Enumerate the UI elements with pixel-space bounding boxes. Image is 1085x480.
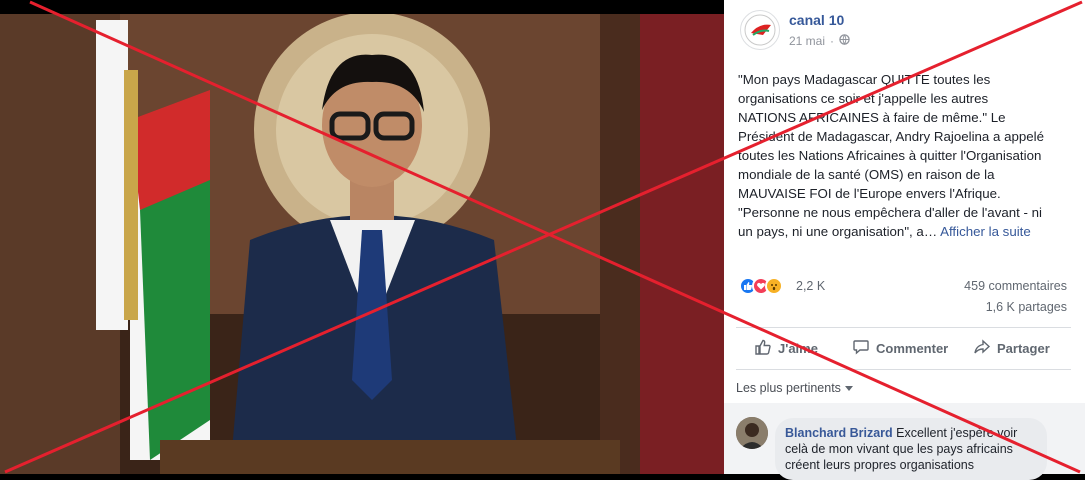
post-text-line: toutes les Nations Africaines à quitter … xyxy=(738,148,1042,163)
comment-author[interactable]: Blanchard Brizard xyxy=(785,426,893,440)
commenter-avatar[interactable] xyxy=(736,417,768,449)
photo-top-border xyxy=(0,0,724,14)
page-avatar[interactable] xyxy=(740,10,780,50)
globe-icon xyxy=(839,34,850,48)
like-button[interactable]: J'aime xyxy=(754,338,818,359)
page-name[interactable]: canal 10 xyxy=(789,12,844,28)
post-text-line: "Mon pays Madagascar QUITTE toutes les xyxy=(738,72,991,87)
comment-sort-dropdown[interactable]: Les plus pertinents xyxy=(736,381,853,395)
wow-reaction-icon xyxy=(765,277,783,295)
photo-illustration xyxy=(0,0,724,474)
divider xyxy=(736,369,1071,370)
see-more-link[interactable]: Afficher la suite xyxy=(940,224,1031,239)
comments-count[interactable]: 459 commentaires xyxy=(964,279,1067,293)
post-photo[interactable] xyxy=(0,0,724,474)
post-text-line: organisations ce soir et j'appelle les a… xyxy=(738,91,989,106)
post-text-line: MAUVAISE FOI de l'Europe envers l'Afriqu… xyxy=(738,186,1001,201)
caret-down-icon xyxy=(844,381,853,395)
post-text-line: Président de Madagascar, Andry Rajoelina… xyxy=(738,129,1045,144)
divider xyxy=(736,327,1071,328)
thumbs-up-icon xyxy=(754,338,772,359)
post-text-line: un pays, ni une organisation", a… Affich… xyxy=(738,222,1068,241)
comment-bubble: Blanchard Brizard Excellent j'espère voi… xyxy=(775,418,1047,480)
post-text: "Mon pays Madagascar QUITTE toutes les o… xyxy=(738,70,1068,241)
reaction-count[interactable]: 2,2 K xyxy=(796,279,825,293)
sort-label: Les plus pertinents xyxy=(736,381,841,395)
post-date[interactable]: 21 mai xyxy=(789,34,825,48)
comment-label: Commenter xyxy=(876,341,949,356)
share-button[interactable]: Partager xyxy=(973,338,1050,359)
share-arrow-icon xyxy=(973,338,991,359)
meta-separator: · xyxy=(830,34,835,48)
post-text-line: "Personne ne nous empêchera d'aller de l… xyxy=(738,205,1042,220)
post-meta: 21 mai · xyxy=(789,34,850,48)
post-text-line: NATIONS AFRICAINES à faire de même." Le xyxy=(738,110,1006,125)
post-text-line: mondiale de la santé (OMS) en raison de … xyxy=(738,167,995,182)
share-label: Partager xyxy=(997,341,1050,356)
shares-count[interactable]: 1,6 K partages xyxy=(986,300,1067,314)
like-label: J'aime xyxy=(778,341,818,356)
reaction-icons[interactable] xyxy=(739,277,783,295)
comment-button[interactable]: Commenter xyxy=(852,338,948,359)
post-text-line-end: un pays, ni une organisation", a… xyxy=(738,224,938,239)
speech-bubble-icon xyxy=(852,338,870,359)
